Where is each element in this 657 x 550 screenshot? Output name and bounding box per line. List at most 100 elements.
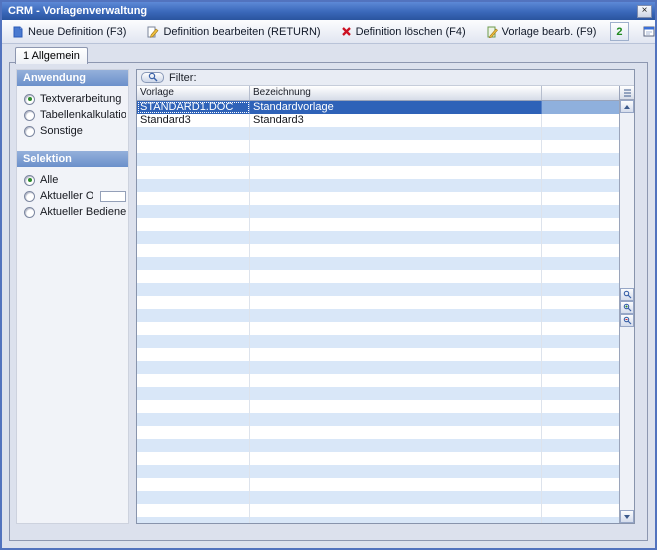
- table-cell: [250, 257, 542, 270]
- table-row[interactable]: [137, 322, 619, 335]
- table-cell: [542, 270, 619, 283]
- radio-label: Alle: [40, 174, 58, 186]
- table-cell: [542, 400, 619, 413]
- table-row[interactable]: [137, 335, 619, 348]
- zoom-out-button[interactable]: [620, 314, 634, 327]
- table-row[interactable]: [137, 465, 619, 478]
- vertical-scrollbar[interactable]: [619, 86, 634, 523]
- table-cell: [542, 439, 619, 452]
- table-row[interactable]: [137, 439, 619, 452]
- edit-template-button[interactable]: Vorlage bearb. (F9): [480, 22, 603, 41]
- new-definition-button[interactable]: Neue Definition (F3): [6, 22, 132, 41]
- word-steuerformate-button[interactable]: Word-Steuerformate (F6): [637, 22, 657, 41]
- scrollbar-track[interactable]: [620, 113, 634, 510]
- table-cell: [137, 439, 250, 452]
- radio-label: Tabellenkalkulation: [40, 109, 126, 121]
- table-cell: [137, 400, 250, 413]
- table-row[interactable]: [137, 244, 619, 257]
- radio-label: Aktueller Bediener: [40, 206, 126, 218]
- radio-option-tabellenkalkulation[interactable]: Tabellenkalkulation: [17, 107, 128, 123]
- table-cell: [542, 218, 619, 231]
- table-cell: [137, 478, 250, 491]
- pencil-icon: [486, 26, 498, 38]
- table-cell: [542, 192, 619, 205]
- table-cell: [137, 426, 250, 439]
- table-row[interactable]: [137, 127, 619, 140]
- radio-icon: [24, 94, 35, 105]
- table-row[interactable]: [137, 283, 619, 296]
- table-row[interactable]: [137, 413, 619, 426]
- table-row[interactable]: [137, 478, 619, 491]
- table-row[interactable]: [137, 257, 619, 270]
- table-row[interactable]: [137, 387, 619, 400]
- close-button[interactable]: ×: [637, 5, 652, 18]
- table-cell: [250, 231, 542, 244]
- table-cell: [137, 335, 250, 348]
- table-row[interactable]: [137, 179, 619, 192]
- radio-option-sonstige[interactable]: Sonstige: [17, 123, 128, 139]
- radio-option-alle[interactable]: Alle: [17, 172, 128, 188]
- radio-option-aktueller-bediener[interactable]: Aktueller Bediener: [17, 204, 128, 220]
- table-cell: [137, 387, 250, 400]
- table-row[interactable]: [137, 426, 619, 439]
- table-row[interactable]: [137, 517, 619, 523]
- window-title: CRM - Vorlagenverwaltung: [8, 5, 637, 17]
- table-row[interactable]: [137, 491, 619, 504]
- filter-button[interactable]: [141, 72, 164, 83]
- count-2-button[interactable]: 2: [610, 22, 628, 41]
- column-header-vorlage[interactable]: Vorlage: [137, 86, 250, 100]
- scroll-up-button[interactable]: [620, 100, 634, 113]
- table-cell: Standard3: [137, 114, 250, 127]
- table-cell: [137, 517, 250, 523]
- group-header-selektion: Selektion: [17, 151, 128, 167]
- toolbar: Neue Definition (F3) Definition bearbeit…: [2, 20, 655, 44]
- column-header-bezeichnung[interactable]: Bezeichnung: [250, 86, 542, 100]
- new-document-icon: [12, 26, 24, 38]
- column-chooser-button[interactable]: [620, 86, 634, 100]
- table-cell: [137, 413, 250, 426]
- table-row[interactable]: [137, 296, 619, 309]
- tab-allgemein[interactable]: 1 Allgemein: [15, 47, 88, 64]
- table-cell: [542, 283, 619, 296]
- radio-option-textverarbeitung[interactable]: Textverarbeitung: [17, 91, 128, 107]
- button-label: Definition bearbeiten (RETURN): [163, 26, 320, 38]
- table-row[interactable]: [137, 205, 619, 218]
- table-row[interactable]: [137, 452, 619, 465]
- crm-vorlagenverwaltung-window: CRM - Vorlagenverwaltung × Neue Definiti…: [0, 0, 657, 550]
- table-row[interactable]: STANDARD1.DOCStandardvorlage: [137, 101, 619, 114]
- table-cell: [250, 179, 542, 192]
- edit-definition-button[interactable]: Definition bearbeiten (RETURN): [140, 22, 326, 41]
- table-row[interactable]: [137, 153, 619, 166]
- table-row[interactable]: [137, 348, 619, 361]
- radio-option-aktueller-ordner[interactable]: Aktueller Ordner: [17, 188, 128, 204]
- table-cell: [542, 517, 619, 523]
- table-row[interactable]: [137, 270, 619, 283]
- table-cell: [137, 309, 250, 322]
- delete-definition-button[interactable]: Definition löschen (F4): [335, 22, 472, 41]
- table-row[interactable]: [137, 166, 619, 179]
- table-row[interactable]: [137, 361, 619, 374]
- scroll-down-button[interactable]: [620, 510, 634, 523]
- table-cell: [542, 101, 619, 114]
- table-cell: Standardvorlage: [250, 101, 542, 114]
- table-cell: [250, 465, 542, 478]
- table-row[interactable]: [137, 218, 619, 231]
- aktueller-ordner-input[interactable]: [100, 191, 126, 202]
- table-cell: [250, 192, 542, 205]
- table-row[interactable]: [137, 400, 619, 413]
- table-row[interactable]: [137, 192, 619, 205]
- content-panel: Anwendung Textverarbeitung Tabellenkalku…: [9, 62, 648, 541]
- table-row[interactable]: [137, 504, 619, 517]
- radio-icon: [24, 110, 35, 121]
- count-icon: 2: [616, 26, 622, 38]
- table-cell: [137, 504, 250, 517]
- table-row[interactable]: [137, 309, 619, 322]
- table-row[interactable]: Standard3Standard3: [137, 114, 619, 127]
- edit-document-icon: [146, 26, 159, 38]
- table-cell: [137, 491, 250, 504]
- table-row[interactable]: [137, 140, 619, 153]
- column-chooser-icon: [623, 85, 632, 100]
- table-row[interactable]: [137, 374, 619, 387]
- table-row[interactable]: [137, 231, 619, 244]
- table-cell: [137, 231, 250, 244]
